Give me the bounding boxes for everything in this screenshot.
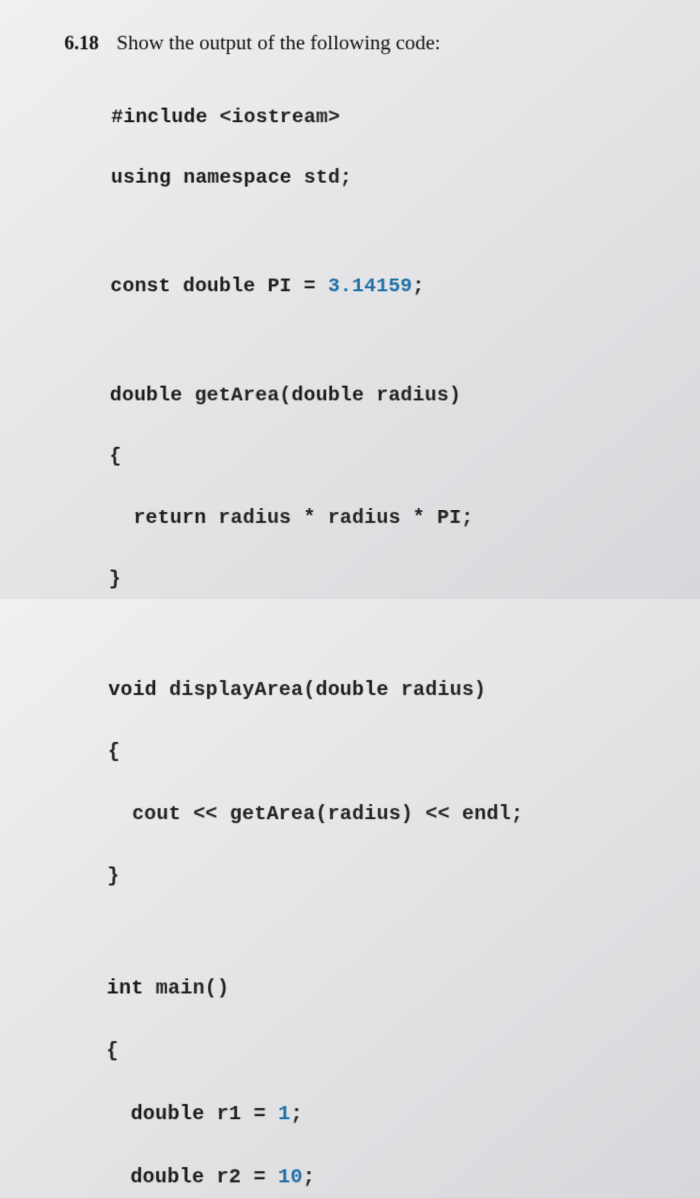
question-prompt: Show the output of the following code:: [116, 31, 440, 55]
code-line: double r1 = 1;: [106, 1099, 673, 1131]
blank-line: [108, 626, 669, 644]
code-line: const double PI = 3.14159;: [110, 272, 667, 302]
blank-line: [107, 924, 672, 942]
code-line: using namespace std;: [111, 163, 666, 193]
question-header: 6.18 Show the output of the following co…: [64, 31, 665, 55]
blank-line: [110, 333, 667, 351]
code-line: double getArea(double radius): [110, 381, 668, 412]
code-line: #include <iostream>: [111, 103, 666, 133]
code-line: {: [106, 1036, 672, 1067]
page-content: 6.18 Show the output of the following co…: [0, 12, 700, 1198]
code-line: return radius * radius * PI;: [109, 503, 669, 534]
code-line: {: [108, 737, 670, 768]
question-number: 6.18: [64, 33, 99, 55]
code-line: }: [107, 861, 671, 892]
code-line: double r2 = 10;: [106, 1162, 674, 1194]
code-line: void displayArea(double radius): [108, 675, 670, 706]
blank-line: [111, 224, 667, 242]
code-line: int main(): [107, 973, 672, 1004]
code-line: }: [109, 565, 669, 596]
code-block: #include <iostream> using namespace std;…: [104, 73, 675, 1198]
code-line: {: [109, 442, 668, 473]
code-line: cout << getArea(radius) << endl;: [107, 799, 670, 830]
